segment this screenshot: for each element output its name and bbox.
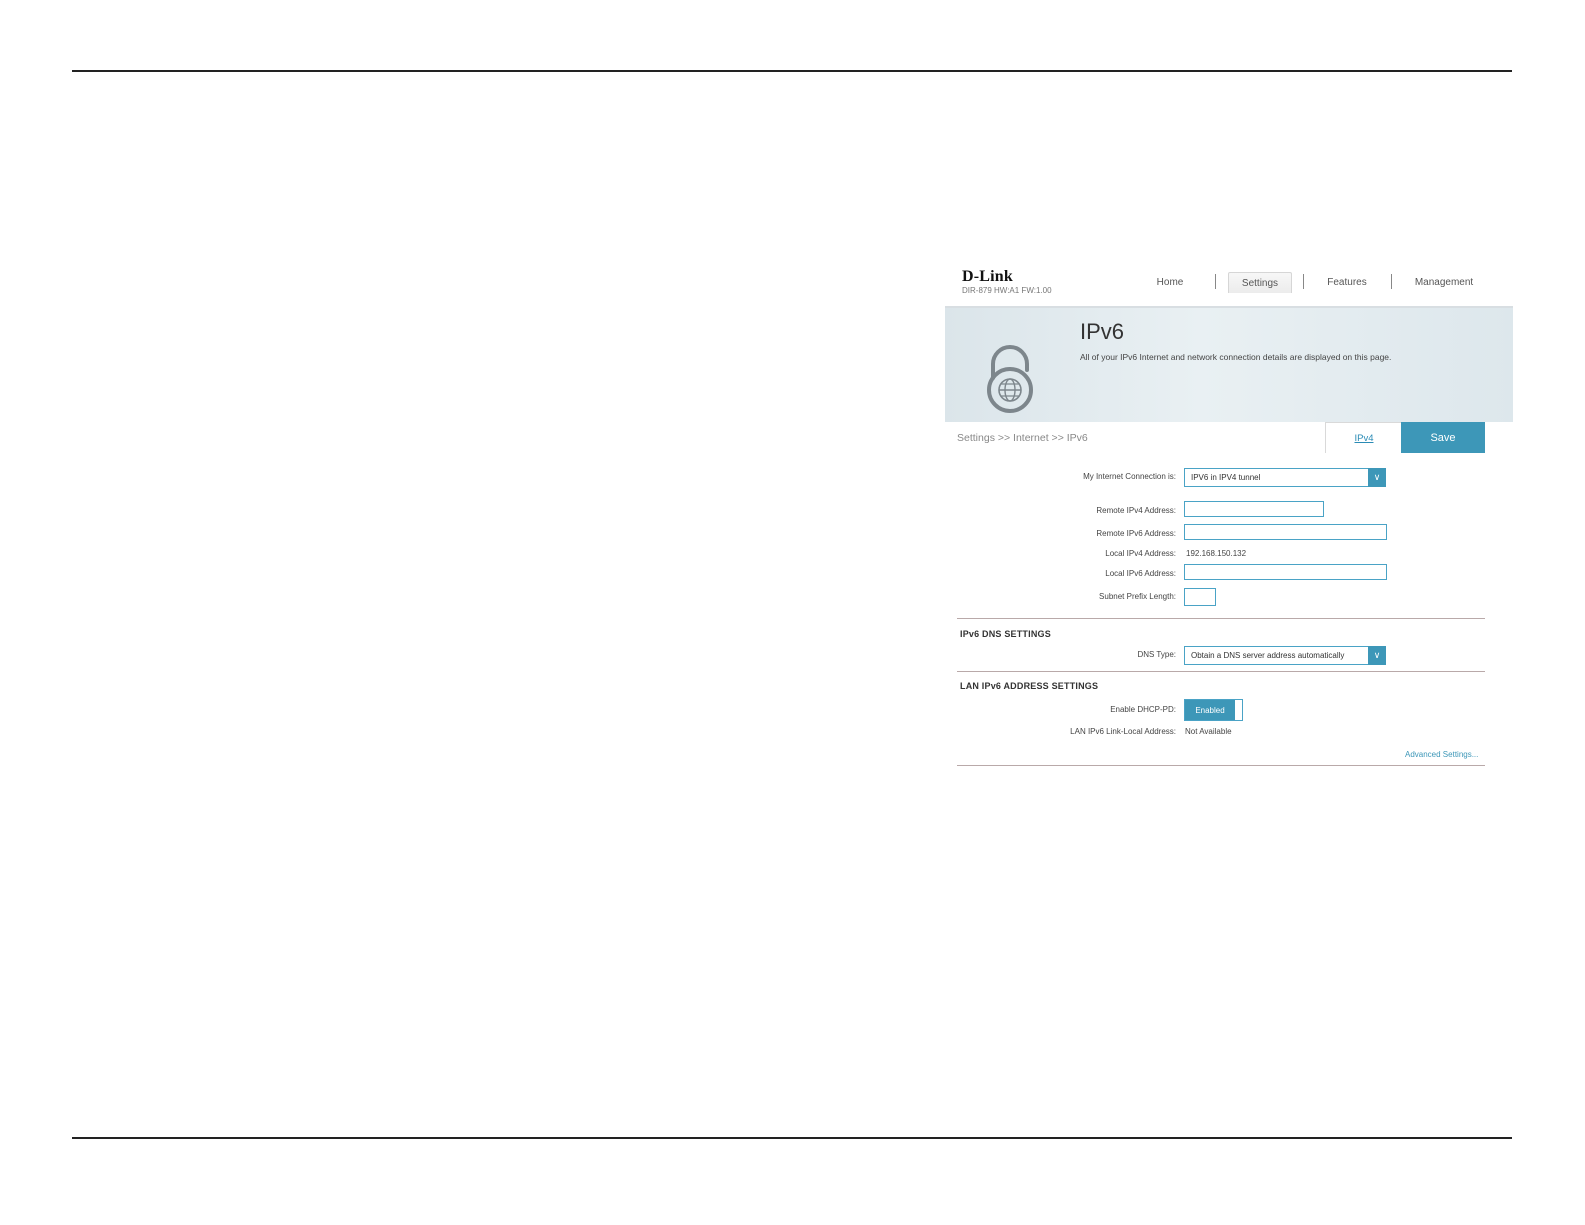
connection-type-label: My Internet Connection is: [1083,472,1176,481]
remote-ipv4-label: Remote IPv4 Address: [1096,506,1176,515]
dns-section-title: IPv6 DNS SETTINGS [960,629,1051,639]
page-bottom-rule [72,1137,1512,1139]
page-top-rule [72,70,1512,72]
nav-management[interactable]: Management [1403,272,1485,292]
dns-type-select[interactable]: Obtain a DNS server address automaticall… [1184,646,1386,665]
router-ui-screenshot: D-Link DIR-879 HW:A1 FW:1.00 Home Settin… [945,260,1513,790]
connection-type-select[interactable]: IPV6 in IPV4 tunnel ∨ [1184,468,1386,487]
nav-home[interactable]: Home [1141,272,1199,292]
page-description: All of your IPv6 Internet and network co… [1080,352,1392,362]
save-button[interactable]: Save [1401,422,1485,453]
prefix-length-label: Subnet Prefix Length: [1099,592,1176,601]
page-banner: IPv6 All of your IPv6 Internet and netwo… [945,308,1513,422]
nav-separator [1215,274,1216,289]
nav-features[interactable]: Features [1317,272,1377,292]
nav-settings[interactable]: Settings [1228,272,1292,293]
chevron-down-icon: ∨ [1368,468,1386,487]
dhcp-pd-state: Enabled [1185,700,1235,720]
dns-type-value: Obtain a DNS server address automaticall… [1191,651,1345,660]
dns-type-label: DNS Type: [1137,650,1176,659]
dhcp-pd-toggle[interactable]: Enabled [1184,699,1243,721]
dhcp-pd-label: Enable DHCP-PD: [1110,705,1176,714]
nav-separator [1391,274,1392,289]
remote-ipv4-input[interactable] [1184,501,1324,517]
chevron-down-icon: ∨ [1368,646,1386,665]
link-local-label: LAN IPv6 Link-Local Address: [1070,727,1176,736]
connection-type-value: IPV6 in IPV4 tunnel [1191,473,1261,482]
local-ipv6-input[interactable] [1184,564,1387,580]
section-divider [957,671,1485,672]
model-info: DIR-879 HW:A1 FW:1.00 [962,286,1052,295]
section-divider [957,765,1485,766]
page-title: IPv6 [1080,319,1125,344]
section-divider [957,618,1485,619]
local-ipv4-value: 192.168.150.132 [1186,549,1247,558]
link-local-value: Not Available [1185,727,1232,736]
local-ipv6-label: Local IPv6 Address: [1105,569,1176,578]
ipv4-link[interactable]: IPv4 [1325,422,1403,453]
ipv6-lock-globe-icon [987,345,1033,413]
dlink-logo: D-Link [962,268,1013,285]
remote-ipv6-label: Remote IPv6 Address: [1096,529,1176,538]
remote-ipv6-input[interactable] [1184,524,1387,540]
breadcrumb: Settings >> Internet >> IPv6 [957,432,1088,444]
local-ipv4-label: Local IPv4 Address: [1105,549,1176,558]
advanced-settings-link[interactable]: Advanced Settings... [1405,750,1478,759]
prefix-length-input[interactable] [1184,588,1216,606]
nav-separator [1303,274,1304,289]
lan-section-title: LAN IPv6 ADDRESS SETTINGS [960,681,1099,691]
